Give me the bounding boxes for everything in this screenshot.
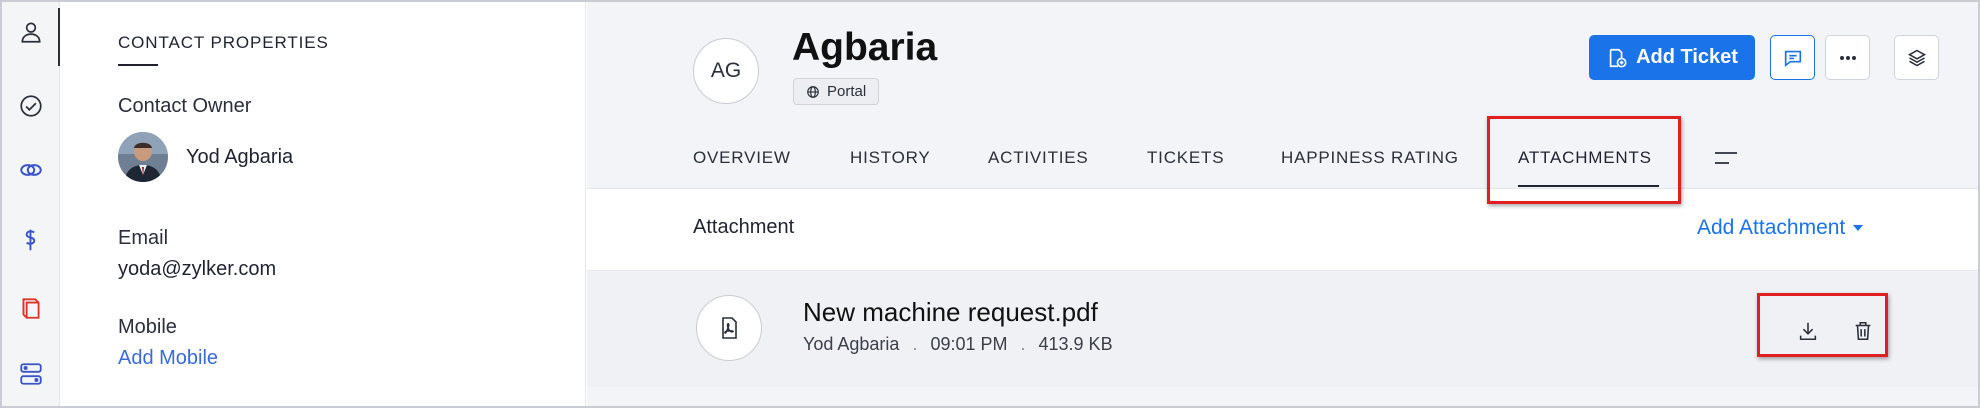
add-mobile-link[interactable]: Add Mobile: [118, 347, 218, 370]
tabs-menu-button[interactable]: [1713, 148, 1739, 173]
rail-item-billing[interactable]: [2, 214, 60, 266]
owner-avatar: [118, 132, 168, 182]
highlight-row-actions: [1757, 293, 1888, 357]
workflow-icon: [20, 363, 42, 385]
more-options-button[interactable]: [1825, 35, 1870, 80]
owner-name: Yod Agbaria: [186, 145, 294, 168]
link-icon: [20, 164, 42, 176]
tab-tickets[interactable]: TICKETS: [1147, 148, 1224, 168]
dollar-hand-icon: [25, 229, 36, 251]
book-icon: [22, 298, 40, 319]
attachment-section-header: Attachment Add Attachment: [587, 189, 1978, 271]
add-attachment-label: Add Attachment: [1697, 216, 1846, 239]
contact-properties-panel: CONTACT PROPERTIES Contact Owner Yod Agb…: [60, 2, 586, 406]
add-ticket-button[interactable]: Add Ticket: [1589, 35, 1755, 80]
menu-lines-icon: [1715, 152, 1737, 164]
highlight-attachments-tab: [1487, 116, 1681, 204]
rail-item-tasks[interactable]: [2, 80, 60, 132]
chat-button[interactable]: [1770, 35, 1815, 80]
contact-icon: [21, 22, 41, 43]
mobile-label: Mobile: [118, 316, 177, 338]
file-name[interactable]: New machine request.pdf: [803, 297, 1098, 328]
tab-overview[interactable]: OVERVIEW: [693, 148, 791, 168]
contact-owner-label: Contact Owner: [118, 95, 252, 117]
file-size: 413.9 KB: [1038, 334, 1113, 354]
layers-icon: [1907, 49, 1926, 66]
title-underline: [118, 64, 158, 66]
globe-icon: [807, 85, 819, 98]
tab-activities[interactable]: ACTIVITIES: [988, 148, 1089, 168]
ticket-add-icon: [1609, 48, 1627, 68]
rail-item-contacts[interactable]: [2, 6, 61, 66]
tab-happiness-rating[interactable]: HAPPINESS RATING: [1281, 148, 1459, 168]
add-ticket-label: Add Ticket: [1636, 46, 1738, 68]
file-time: 09:01 PM: [930, 334, 1008, 354]
module-rail: [2, 2, 61, 406]
meta-separator: .: [912, 334, 918, 354]
check-circle-icon: [20, 95, 42, 117]
contact-owner[interactable]: Yod Agbaria: [118, 132, 293, 182]
attachment-section-title: Attachment: [693, 216, 795, 238]
tab-history[interactable]: HISTORY: [850, 148, 931, 168]
rail-item-integrations[interactable]: [2, 144, 60, 196]
email-label: Email: [118, 227, 169, 249]
pdf-file-icon: [722, 317, 737, 339]
caret-down-icon: [1853, 225, 1864, 231]
rail-item-knowledge-base[interactable]: [2, 282, 60, 334]
file-meta: Yod Agbaria . 09:01 PM . 413.9 KB: [803, 334, 1113, 355]
contact-name: Agbaria: [792, 26, 938, 69]
portal-badge: Portal: [793, 78, 880, 105]
app-window: CONTACT PROPERTIES Contact Owner Yod Agb…: [0, 0, 1980, 408]
contact-avatar: AG: [693, 38, 759, 104]
contact-tabs: OVERVIEW HISTORY ACTIVITIES TICKETS HAPP…: [587, 142, 1978, 188]
add-attachment-dropdown[interactable]: Add Attachment: [1697, 216, 1864, 240]
email-value[interactable]: yoda@zylker.com: [118, 258, 276, 281]
meta-separator: .: [1020, 334, 1026, 354]
layers-button[interactable]: [1894, 35, 1939, 80]
more-horizontal-icon: [1839, 55, 1856, 60]
file-owner: Yod Agbaria: [803, 334, 900, 354]
chat-icon: [1784, 50, 1801, 67]
panel-title: CONTACT PROPERTIES: [118, 33, 329, 52]
file-thumbnail: [696, 295, 762, 361]
rail-item-workflow[interactable]: [2, 348, 60, 400]
portal-badge-label: Portal: [827, 83, 867, 100]
